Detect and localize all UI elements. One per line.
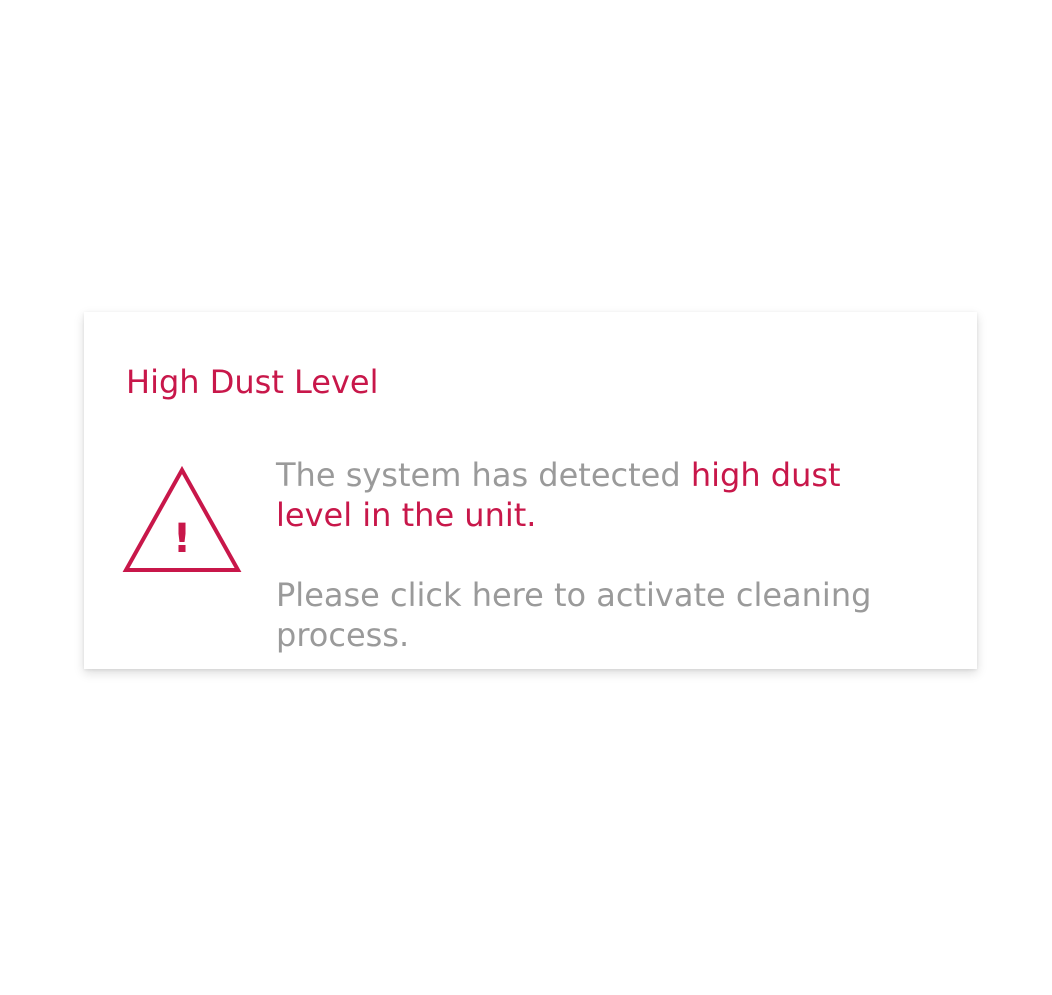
activate-cleaning-link[interactable]: Please click here to activate cleaning p… <box>276 575 936 655</box>
warning-exclamation: ! <box>173 516 191 562</box>
message-prefix: The system has detected <box>276 456 691 494</box>
alert-card: High Dust Level ! The system has detecte… <box>84 312 977 669</box>
alert-title: High Dust Level <box>126 363 379 401</box>
warning-triangle-icon: ! <box>122 465 242 572</box>
alert-message: The system has detected high dust level … <box>276 455 916 535</box>
